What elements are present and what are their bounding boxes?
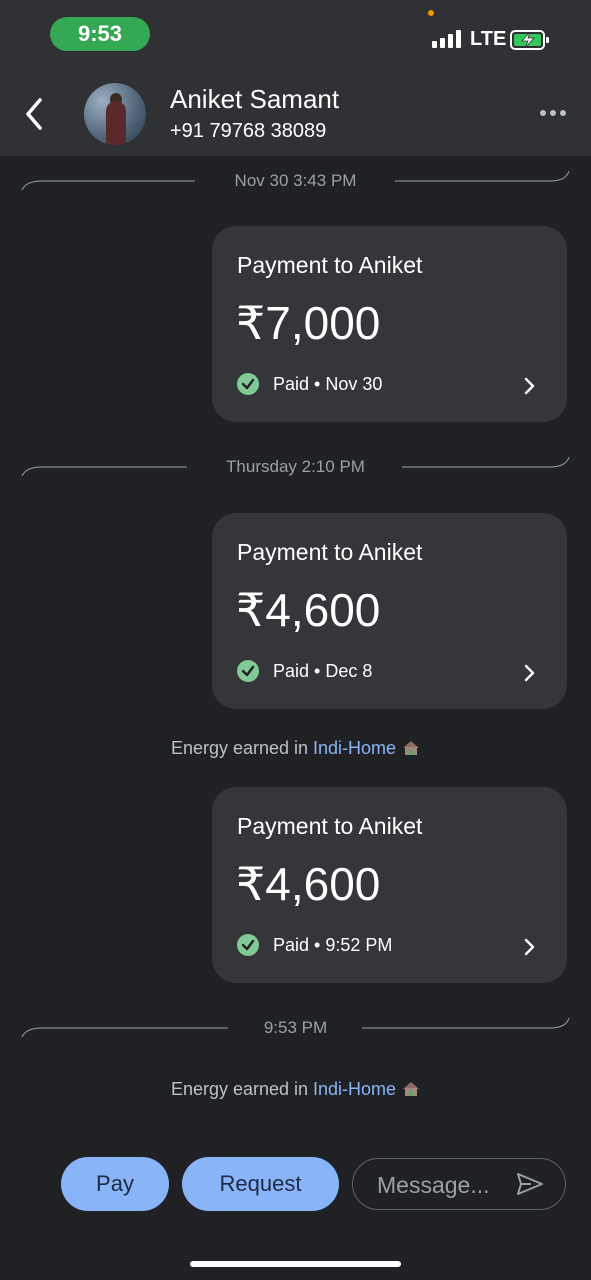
- date-divider: Thursday 2:10 PM: [20, 454, 571, 484]
- chevron-right-icon: [524, 938, 535, 956]
- paid-text: Paid • 9:52 PM: [273, 934, 393, 955]
- pay-button[interactable]: Pay: [61, 1157, 169, 1211]
- payment-status: Paid • Dec 8: [237, 660, 372, 682]
- request-button[interactable]: Request: [182, 1157, 339, 1211]
- check-icon: [237, 660, 259, 682]
- back-arrow-icon[interactable]: [20, 96, 50, 132]
- payment-status: Paid • Nov 30: [237, 373, 382, 395]
- status-bar: 9:53 LTE: [0, 0, 591, 70]
- send-icon[interactable]: [515, 1171, 545, 1197]
- energy-text: Energy earned in: [170, 738, 314, 758]
- house-icon: [403, 1082, 420, 1096]
- contact-name[interactable]: Aniket Samant: [170, 84, 339, 115]
- status-time: 9:53: [50, 17, 150, 51]
- date-divider: Nov 30 3:43 PM: [20, 168, 571, 198]
- network-label: LTE: [470, 28, 507, 50]
- battery-charging-icon: [510, 30, 549, 50]
- payment-card[interactable]: Payment to Aniket ₹7,000 Paid • Nov 30: [212, 226, 567, 422]
- energy-text: Energy earned in: [170, 1079, 314, 1099]
- contact-phone: +91 79768 38089: [170, 120, 327, 142]
- payment-card[interactable]: Payment to Aniket ₹4,600 Paid • Dec 8: [212, 513, 567, 709]
- chevron-right-icon: [524, 377, 535, 395]
- message-input[interactable]: [375, 1159, 514, 1211]
- indi-home-link[interactable]: Indi-Home: [313, 1079, 396, 1099]
- divider-label: Nov 30 3:43 PM: [234, 171, 357, 190]
- payment-title: Payment to Aniket: [237, 252, 423, 278]
- avatar[interactable]: [84, 83, 146, 145]
- home-indicator[interactable]: [190, 1261, 401, 1267]
- paid-text: Paid • Dec 8: [273, 660, 373, 681]
- payment-card[interactable]: Payment to Aniket ₹4,600 Paid • 9:52 PM: [212, 787, 567, 983]
- check-icon: [237, 934, 259, 956]
- payment-amount: ₹7,000: [236, 297, 381, 349]
- payment-amount: ₹4,600: [236, 584, 381, 636]
- energy-notice: Energy earned in Indi-Home: [0, 738, 591, 759]
- payment-title: Payment to Aniket: [237, 539, 423, 565]
- payment-amount: ₹4,600: [236, 858, 381, 910]
- paid-text: Paid • Nov 30: [273, 373, 383, 394]
- check-icon: [237, 373, 259, 395]
- divider-label: 9:53 PM: [263, 1018, 328, 1037]
- house-icon: [403, 741, 420, 755]
- energy-notice: Energy earned in Indi-Home: [0, 1079, 591, 1100]
- divider-label: Thursday 2:10 PM: [226, 457, 365, 476]
- more-icon[interactable]: [540, 108, 568, 118]
- date-divider: 9:53 PM: [20, 1015, 571, 1045]
- indi-home-link[interactable]: Indi-Home: [313, 738, 396, 758]
- privacy-indicator: [428, 10, 434, 16]
- payment-title: Payment to Aniket: [237, 813, 423, 839]
- payment-status: Paid • 9:52 PM: [237, 934, 392, 956]
- message-field: [352, 1158, 566, 1211]
- chevron-right-icon: [524, 664, 535, 682]
- signal-icon: [432, 30, 464, 48]
